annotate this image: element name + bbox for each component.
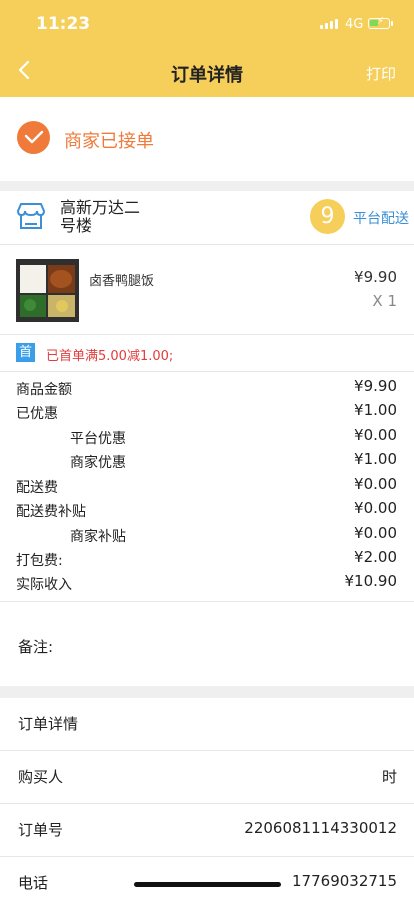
product-quantity: X 1 (372, 292, 397, 310)
network-type: 4G (345, 17, 364, 32)
store-row: 高新万达二号楼 9 平台配送 (0, 191, 414, 244)
fee-row: 平台优惠 ¥0.00 (0, 425, 414, 449)
fee-row: 实际收入 ¥10.90 (0, 571, 414, 595)
fee-label: 打包费: (16, 553, 63, 569)
promo-row: 首 已首单满5.00减1.00; (0, 335, 414, 371)
details-title-row: 订单详情 (0, 698, 414, 750)
order-number-label: 订单号 (18, 821, 64, 839)
product-image (16, 259, 79, 322)
fee-label: 配送费补贴 (16, 504, 86, 520)
buyer-label: 购买人 (18, 768, 64, 786)
order-status-row: 商家已接单 (0, 97, 414, 181)
fee-label: 配送费 (16, 480, 58, 496)
phone-label: 电话 (18, 874, 49, 892)
buyer-value: 时 (381, 768, 397, 786)
fee-value: ¥0.00 (354, 524, 397, 542)
fee-row: 商家优惠 ¥1.00 (0, 449, 414, 473)
order-status-text: 商家已接单 (64, 131, 154, 152)
divider (0, 601, 414, 602)
fee-value: ¥9.90 (354, 377, 397, 395)
fee-row: 商品金额 ¥9.90 (0, 376, 414, 400)
product-price: ¥9.90 (354, 268, 397, 286)
promo-text: 已首单满5.00减1.00; (46, 349, 174, 364)
fee-value: ¥0.00 (354, 475, 397, 493)
fee-label: 商品金额 (16, 382, 72, 398)
details-title: 订单详情 (18, 715, 79, 733)
divider (0, 371, 414, 372)
fee-value: ¥2.00 (354, 548, 397, 566)
product-name: 卤香鸭腿饭 (89, 274, 155, 289)
first-order-badge: 首 (16, 343, 35, 362)
fee-label: 实际收入 (16, 577, 72, 593)
fee-row: 商家补贴 ¥0.00 (0, 523, 414, 547)
fee-label: 商家补贴 (70, 529, 126, 545)
order-number-value: 2206081114330012 (244, 819, 397, 837)
fee-row: 配送费补贴 ¥0.00 (0, 498, 414, 522)
battery-icon: ⚡ (368, 16, 390, 29)
section-divider (0, 686, 414, 698)
order-number-row: 订单号 2206081114330012 (0, 804, 414, 856)
fee-row: 已优惠 ¥1.00 (0, 400, 414, 424)
print-button[interactable]: 打印 (366, 63, 396, 84)
header-bar: 11:23 4G ⚡ 订单详情 打印 (0, 0, 414, 97)
fee-value: ¥0.00 (354, 499, 397, 517)
order-number-badge: 9 (310, 199, 345, 234)
battery-tip (391, 21, 393, 26)
fee-label: 平台优惠 (70, 431, 126, 447)
fee-label: 已优惠 (16, 406, 58, 422)
fee-value: ¥0.00 (354, 426, 397, 444)
store-icon (16, 203, 46, 229)
phone-value[interactable]: 17769032715 (292, 872, 397, 890)
fee-value: ¥10.90 (344, 572, 398, 590)
delivery-type: 平台配送 (353, 211, 409, 227)
status-time: 11:23 (36, 14, 91, 34)
section-divider (0, 181, 414, 191)
fee-row: 配送费 ¥0.00 (0, 474, 414, 498)
page-title: 订单详情 (171, 65, 243, 86)
fee-value: ¥1.00 (354, 450, 397, 468)
fee-row: 打包费: ¥2.00 (0, 547, 414, 571)
fee-label: 商家优惠 (70, 455, 126, 471)
product-row: 卤香鸭腿饭 ¥9.90 X 1 (0, 245, 414, 334)
fee-value: ¥1.00 (354, 401, 397, 419)
home-indicator (134, 882, 281, 887)
store-name: 高新万达二号楼 (60, 198, 141, 235)
signal-icon (320, 19, 338, 29)
check-icon (17, 121, 50, 154)
remark-label: 备注: (18, 638, 54, 656)
buyer-row: 购买人 时 (0, 751, 414, 803)
